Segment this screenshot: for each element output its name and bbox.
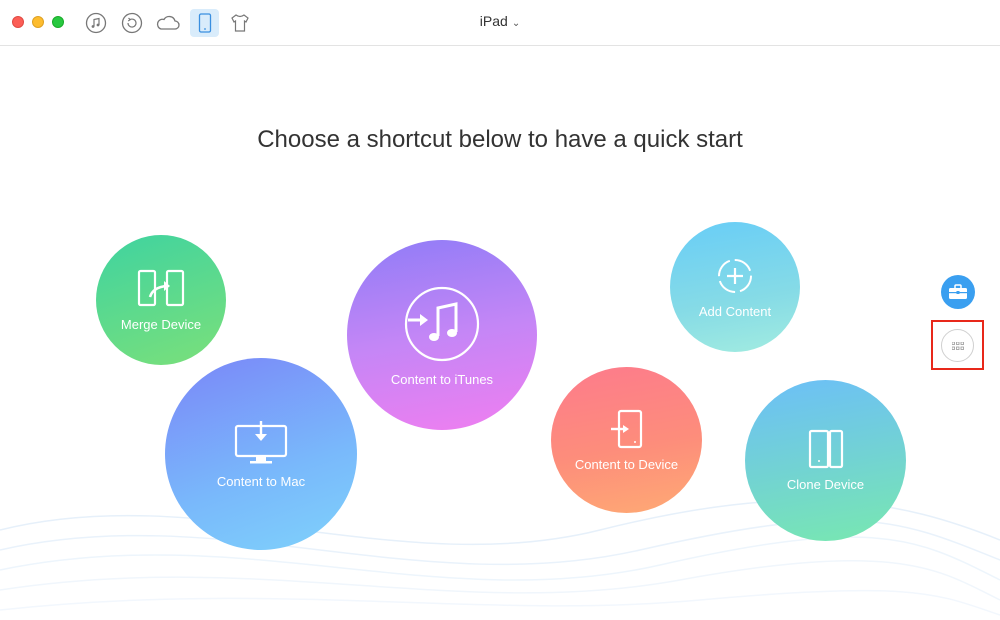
content-to-itunes-button[interactable]: Content to iTunes xyxy=(347,240,537,430)
content-to-itunes-label: Content to iTunes xyxy=(390,371,494,387)
merge-device-label: Merge Device xyxy=(120,316,202,332)
content-to-mac-button[interactable]: Content to Mac xyxy=(165,358,357,550)
device-name: iPad xyxy=(479,13,508,29)
app-window: iPad ⌄ Choose a shortcut below to have a … xyxy=(0,0,1000,620)
toolbox-icon xyxy=(949,284,967,299)
more-options-button[interactable] xyxy=(941,329,974,362)
title-bar: iPad ⌄ xyxy=(0,0,1000,46)
more-grid-icon xyxy=(951,341,964,350)
content-to-device-button[interactable]: Content to Device xyxy=(551,367,702,513)
merge-device-icon xyxy=(137,269,185,306)
clone-device-button[interactable]: Clone Device xyxy=(745,380,906,541)
chevron-down-icon: ⌄ xyxy=(511,18,521,29)
merge-device-button[interactable]: Merge Device xyxy=(96,235,226,365)
content-to-device-label: Content to Device xyxy=(574,456,679,472)
add-content-button[interactable]: Add Content xyxy=(670,222,800,352)
clone-device-label: Clone Device xyxy=(786,477,865,492)
add-content-label: Add Content xyxy=(698,303,772,319)
toolbox-button[interactable] xyxy=(941,275,975,309)
clone-device-icon xyxy=(808,429,843,469)
mac-monitor-icon xyxy=(234,420,288,463)
add-content-icon xyxy=(718,258,752,293)
device-selector[interactable]: iPad ⌄ xyxy=(0,13,1000,29)
content-to-mac-label: Content to Mac xyxy=(216,473,306,489)
content-to-device-icon xyxy=(610,409,642,448)
itunes-icon xyxy=(404,286,480,361)
page-heading: Choose a shortcut below to have a quick … xyxy=(257,126,743,153)
